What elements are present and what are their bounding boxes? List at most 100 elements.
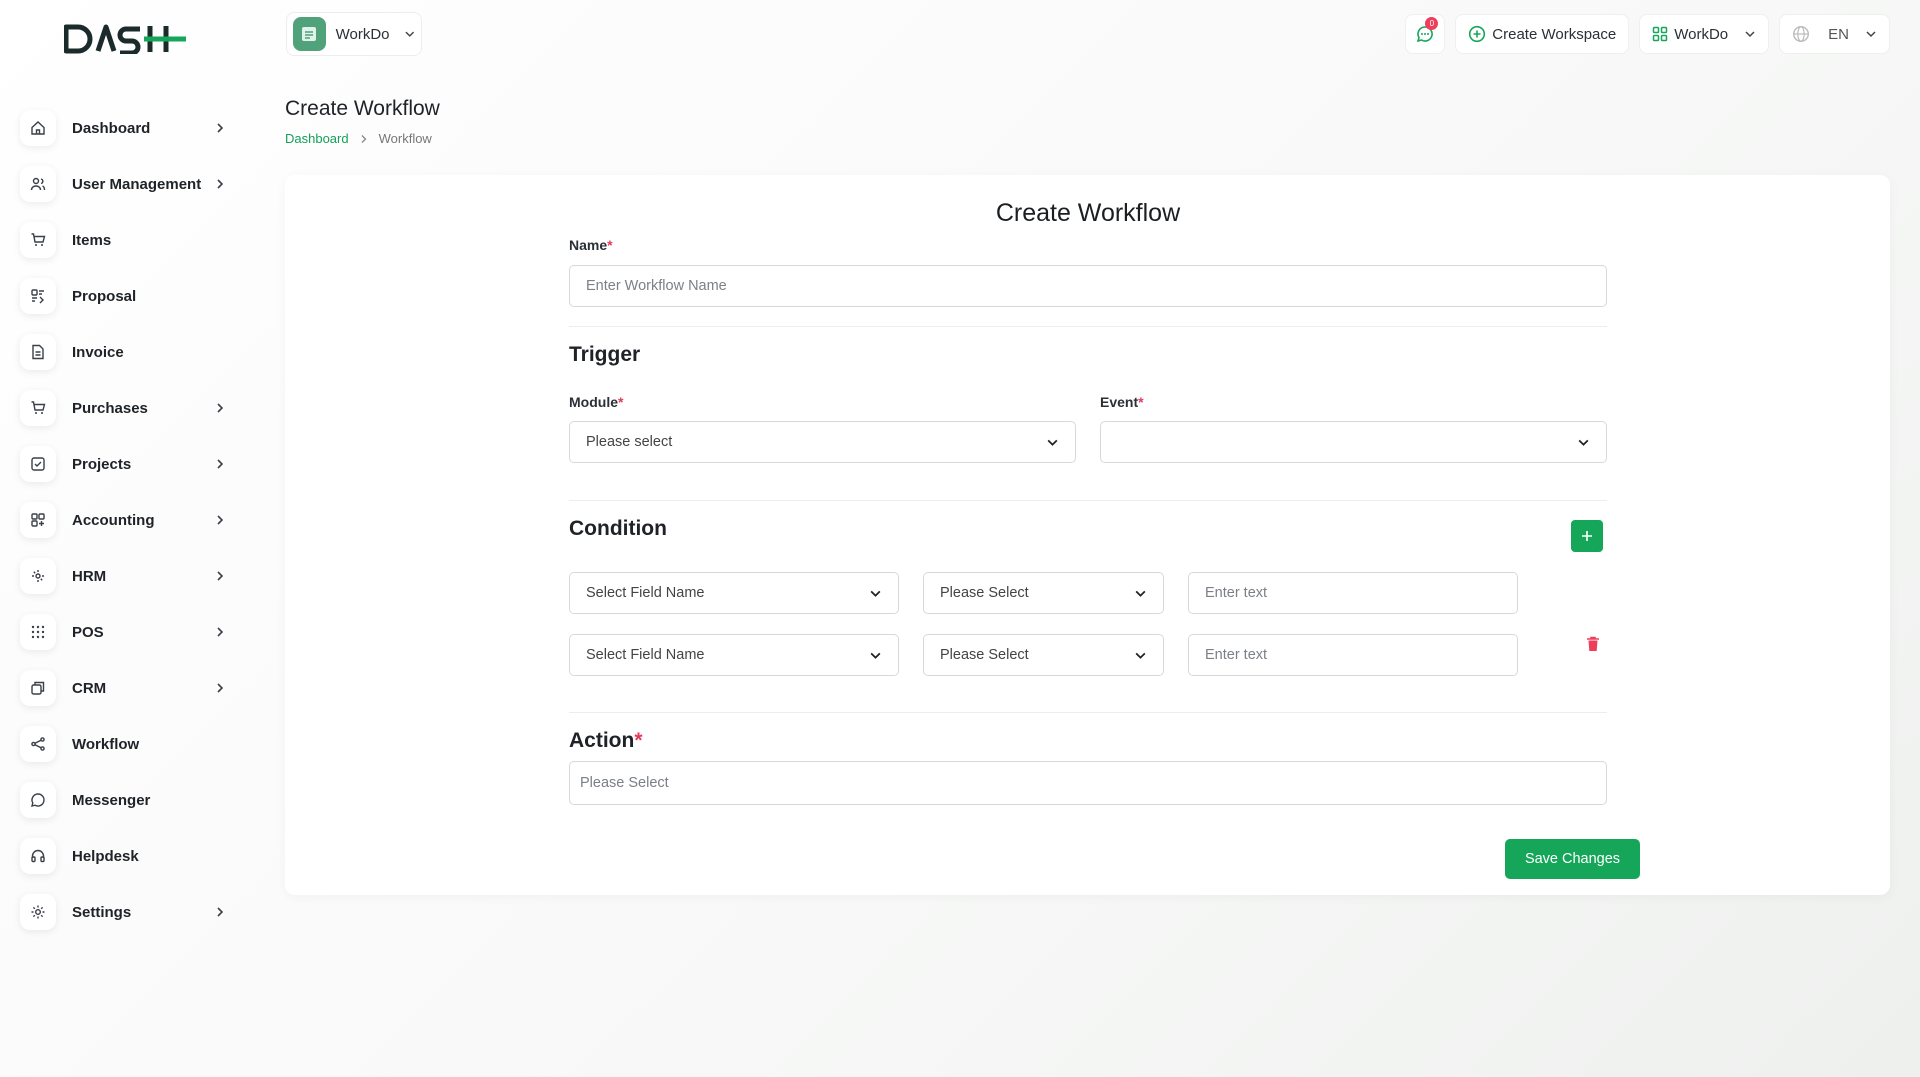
sidebar-item-label: POS	[72, 623, 104, 641]
divider	[569, 326, 1607, 327]
sidebar-item-purchases[interactable]: Purchases	[20, 380, 240, 436]
chevron-down-icon	[870, 590, 881, 597]
users-icon	[20, 166, 56, 202]
condition-value-input[interactable]: Enter text	[1188, 572, 1518, 614]
sidebar-item-settings[interactable]: Settings	[20, 884, 240, 940]
workflow-name-input[interactable]: Enter Workflow Name	[569, 265, 1607, 307]
breadcrumb: Dashboard Workflow	[285, 131, 432, 146]
sidebar-item-label: Accounting	[72, 511, 155, 529]
crm-icon	[20, 670, 56, 706]
cart-icon	[20, 390, 56, 426]
chevron-down-icon	[1047, 439, 1058, 446]
workspace-switcher[interactable]: WorkDo	[286, 12, 422, 56]
sidebar-item-label: Projects	[72, 455, 132, 473]
sidebar-item-user-management[interactable]: User Management	[20, 156, 240, 212]
sidebar-item-label: Dashboard	[72, 119, 151, 137]
chevron-right-icon	[217, 515, 224, 525]
module-select[interactable]: Please select	[569, 421, 1076, 463]
sidebar-item-label: Items	[72, 231, 112, 249]
condition-operator-select[interactable]: Please Select	[923, 634, 1164, 676]
add-condition-button[interactable]	[1571, 520, 1603, 552]
action-select[interactable]: Please Select	[569, 761, 1607, 805]
sidebar-item-hrm[interactable]: HRM	[20, 548, 240, 604]
cart-icon	[20, 222, 56, 258]
sidebar-item-projects[interactable]: Projects	[20, 436, 240, 492]
trash-icon[interactable]	[1584, 635, 1602, 653]
chevron-down-icon	[1135, 590, 1146, 597]
chat-icon	[20, 782, 56, 818]
create-workspace-button[interactable]: Create Workspace	[1455, 14, 1630, 54]
sidebar-item-label: Proposal	[72, 287, 137, 305]
create-workspace-label: Create Workspace	[1492, 25, 1617, 43]
messages-count-badge: 0	[1425, 17, 1439, 30]
sidebar-item-label: User Management	[72, 175, 202, 193]
required-mark: *	[618, 394, 624, 410]
apps-icon	[1653, 26, 1668, 42]
chevron-down-icon	[404, 31, 414, 37]
home-icon	[20, 110, 56, 146]
language-button[interactable]: EN	[1779, 14, 1890, 54]
chevron-right-icon	[217, 459, 224, 469]
sidebar-item-label: Workflow	[72, 735, 140, 753]
sidebar-item-messenger[interactable]: Messenger	[20, 772, 240, 828]
page-title: Create Workflow	[285, 97, 440, 120]
messages-button[interactable]: 0	[1405, 14, 1446, 54]
plus-circle-icon	[1469, 25, 1486, 43]
headset-icon	[20, 838, 56, 874]
chevron-right-icon	[217, 907, 224, 917]
chevron-right-icon	[217, 683, 224, 693]
required-mark: *	[1138, 394, 1144, 410]
condition-field-select[interactable]: Select Field Name	[569, 572, 899, 614]
chevron-right-icon	[217, 179, 224, 189]
sidebar-item-label: CRM	[72, 679, 107, 697]
divider	[569, 712, 1607, 713]
chevron-right-icon	[217, 571, 224, 581]
sidebar-item-items[interactable]: Items	[20, 212, 240, 268]
sidebar-item-label: Settings	[72, 903, 132, 921]
required-mark: *	[634, 729, 643, 752]
condition-operator-select[interactable]: Please Select	[923, 572, 1164, 614]
checkbox-icon	[20, 446, 56, 482]
condition-field-select[interactable]: Select Field Name	[569, 634, 899, 676]
sidebar-item-workflow[interactable]: Workflow	[20, 716, 240, 772]
chevron-right-icon	[217, 403, 224, 413]
sidebar-item-dashboard[interactable]: Dashboard	[20, 100, 240, 156]
share-icon	[20, 726, 56, 762]
sidebar-item-crm[interactable]: CRM	[20, 660, 240, 716]
gear-icon	[20, 894, 56, 930]
divider	[569, 500, 1607, 501]
workspace-menu-button[interactable]: WorkDo	[1639, 14, 1770, 54]
chevron-down-icon	[1866, 31, 1876, 38]
event-label: Event*	[1100, 394, 1144, 410]
sidebar-item-pos[interactable]: POS	[20, 604, 240, 660]
event-select[interactable]	[1100, 421, 1607, 463]
sidebar: Dashboard User Management Items Proposal Inv…	[0, 0, 270, 1077]
sidebar-item-label: Helpdesk	[72, 847, 139, 865]
brand-logo[interactable]	[64, 24, 188, 54]
file-icon	[20, 334, 56, 370]
chevron-right-icon	[361, 134, 367, 143]
workspace-menu-label: WorkDo	[1674, 25, 1729, 43]
sidebar-item-invoice[interactable]: Invoice	[20, 324, 240, 380]
proposal-icon	[20, 278, 56, 314]
sidebar-item-label: Invoice	[72, 343, 124, 361]
form-title: Create Workflow	[995, 199, 1181, 227]
condition-value-input[interactable]: Enter text	[1188, 634, 1518, 676]
workspace-avatar-icon	[293, 17, 326, 51]
chevron-down-icon	[1745, 31, 1755, 38]
breadcrumb-dashboard-link[interactable]: Dashboard	[285, 131, 349, 146]
hrm-icon	[20, 558, 56, 594]
sidebar-item-proposal[interactable]: Proposal	[20, 268, 240, 324]
chevron-down-icon	[1578, 439, 1589, 446]
sidebar-item-helpdesk[interactable]: Helpdesk	[20, 828, 240, 884]
header-actions: 0 Create Workspace WorkDo EN	[1405, 14, 1890, 54]
sidebar-item-accounting[interactable]: Accounting	[20, 492, 240, 548]
action-heading: Action*	[569, 729, 643, 752]
breadcrumb-current: Workflow	[378, 131, 432, 146]
plus-icon	[1582, 531, 1592, 541]
workflow-form: Create Workflow Name* Enter Workflow Nam…	[569, 175, 1607, 805]
grid-icon	[20, 502, 56, 538]
sidebar-item-label: HRM	[72, 567, 107, 585]
save-changes-button[interactable]: Save Changes	[1505, 839, 1640, 879]
condition-heading: Condition	[569, 517, 667, 540]
